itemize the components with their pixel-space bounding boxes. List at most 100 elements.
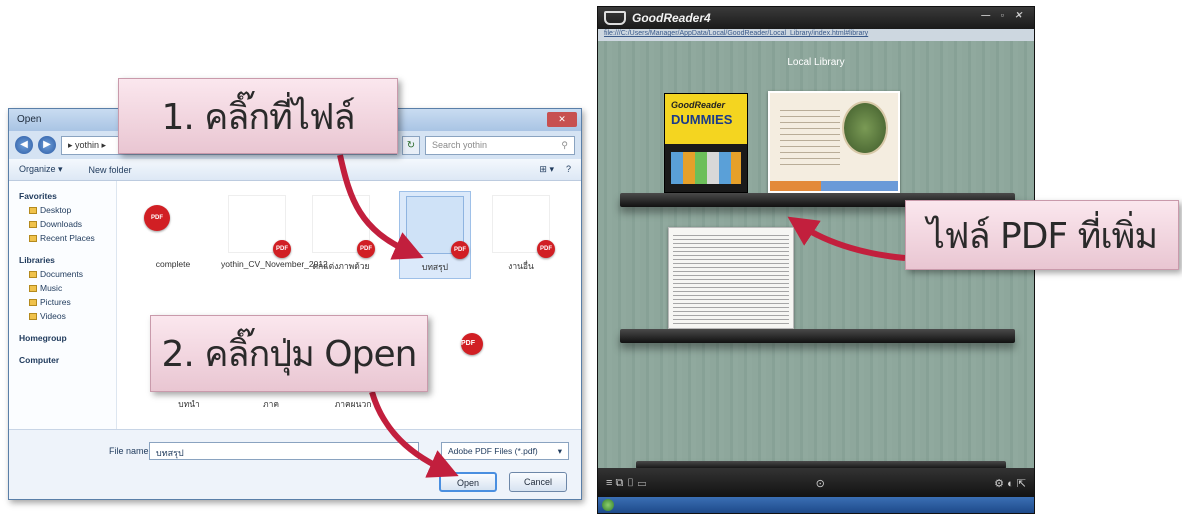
music-icon <box>29 284 37 292</box>
book-footer-bar <box>770 181 898 191</box>
organize-button[interactable]: Organize ▾ <box>19 164 63 175</box>
goodreader-titlebar: GoodReader4 — ▫ ✕ <box>598 7 1034 29</box>
folder-icon <box>29 220 37 228</box>
file-list: PDF complete PDF yothin_CV_November_2012… <box>117 181 581 431</box>
file-item[interactable]: PDF yothin_CV_November_2012 <box>221 195 328 269</box>
file-type-select[interactable]: Adobe PDF Files (*.pdf) ▾ <box>441 442 569 460</box>
navigation-pane: Favorites Desktop Downloads Recent Place… <box>9 181 117 431</box>
library-title: Local Library <box>787 57 845 68</box>
cancel-button[interactable]: Cancel <box>509 472 567 492</box>
file-type-value: Adobe PDF Files (*.pdf) <box>448 446 538 456</box>
file-thumbnail: PDF <box>312 195 375 258</box>
picture-icon <box>29 298 37 306</box>
dialog-body: Favorites Desktop Downloads Recent Place… <box>9 181 581 431</box>
file-item[interactable]: PDF งานอื่น <box>485 195 557 273</box>
sidebar-item-music[interactable]: Music <box>19 283 112 293</box>
new-folder-button[interactable]: New folder <box>89 165 132 175</box>
sidebar-computer[interactable]: Computer <box>19 355 112 365</box>
book-photo <box>842 101 888 155</box>
file-name: complete <box>155 259 191 269</box>
callout-step2: 2. คลิ๊กปุ่ม Open <box>150 315 428 392</box>
pdf-icon: PDF <box>357 240 375 258</box>
file-name: ภาค <box>262 399 280 409</box>
sidebar-item-label: Recent Places <box>40 233 95 243</box>
sidebar-item-label: Videos <box>40 311 66 321</box>
page: Open ✕ ◀ ▶ ▸ yothin ▸ ↻ Search yothin ⚲ … <box>0 0 1182 515</box>
center-icon[interactable]: ⊙ <box>816 477 825 490</box>
sidebar-item-downloads[interactable]: Downloads <box>19 219 112 229</box>
sidebar-item-label: Desktop <box>40 205 72 215</box>
forward-icon[interactable]: ▶ <box>38 136 56 154</box>
start-icon[interactable] <box>602 499 614 511</box>
sidebar-item-videos[interactable]: Videos <box>19 311 112 321</box>
sidebar-item-label: Music <box>40 283 63 293</box>
folder-icon <box>29 234 37 242</box>
dialog-title: Open <box>17 114 42 125</box>
sidebar-favorites[interactable]: Favorites <box>19 191 112 201</box>
url-bar[interactable]: file:///C:/Users/Manager/AppData/Local/G… <box>598 29 1034 41</box>
help-icon[interactable]: ? <box>566 164 571 175</box>
sidebar-item-label: Documents <box>40 269 83 279</box>
pdf-icon: PDF <box>461 333 483 355</box>
callout-added-pdf: ไฟล์ PDF ที่เพิ่ม <box>905 200 1179 270</box>
back-icon[interactable]: ◀ <box>15 136 33 154</box>
folder-icon <box>29 270 37 278</box>
window-controls[interactable]: — ▫ ✕ <box>981 10 1026 21</box>
chevron-down-icon: ▾ <box>557 446 562 456</box>
search-input[interactable]: Search yothin ⚲ <box>425 135 575 155</box>
file-thumbnail: PDF <box>492 195 555 258</box>
pdf-icon: PDF <box>273 240 291 258</box>
search-icon: ⚲ <box>561 139 568 150</box>
book-title-line1: GoodReader <box>671 100 726 110</box>
dialog-toolbar: Organize ▾ New folder ⊞ ▾ ? <box>9 159 581 181</box>
book-added-pdf[interactable] <box>668 227 794 329</box>
folder-icon <box>29 206 37 214</box>
pdf-icon: PDF <box>451 241 469 259</box>
file-name: ภาคผนวก <box>334 399 372 409</box>
close-button[interactable]: ✕ <box>547 112 577 127</box>
book-title-line2: DUMMIES <box>671 112 733 127</box>
toolbar-icons-right[interactable]: ⚙ ◐ ⇱ <box>994 477 1026 490</box>
sidebar-item-desktop[interactable]: Desktop <box>19 205 112 215</box>
goodreader-bottom-bar: ≡ ⧉ ▯ ▭ ⊙ ⚙ ◐ ⇱ <box>598 468 1034 498</box>
sidebar-item-label: Pictures <box>40 297 71 307</box>
file-thumbnail: PDF <box>144 195 202 253</box>
view-button[interactable]: ⊞ ▾ <box>539 164 554 175</box>
sidebar-homegroup[interactable]: Homegroup <box>19 333 112 343</box>
sidebar-item-label: Downloads <box>40 219 83 229</box>
page-left <box>673 232 731 324</box>
sidebar-item-pictures[interactable]: Pictures <box>19 297 112 307</box>
open-dialog: Open ✕ ◀ ▶ ▸ yothin ▸ ↻ Search yothin ⚲ … <box>8 108 582 500</box>
file-name: ตกแต่งภาพด้วย <box>312 261 370 271</box>
sidebar-libraries[interactable]: Libraries <box>19 255 112 265</box>
file-item[interactable]: PDF ตกแต่งภาพด้วย <box>305 195 377 273</box>
toolbar-icons-left[interactable]: ≡ ⧉ ▯ ▭ <box>606 477 646 490</box>
file-thumbnail: PDF <box>228 195 291 258</box>
file-name: บทนำ <box>178 399 200 409</box>
filename-label: File name: <box>109 446 152 456</box>
shelf <box>620 329 1015 343</box>
pdf-icon: PDF <box>537 240 555 258</box>
callout-step1: 1. คลิ๊กที่ไฟล์ <box>118 78 398 154</box>
open-button[interactable]: Open <box>439 472 497 492</box>
refresh-icon[interactable]: ↻ <box>402 135 420 155</box>
taskbar <box>598 497 1034 513</box>
app-title: GoodReader4 <box>632 11 711 25</box>
dialog-footer: File name: บทสรุป Adobe PDF Files (*.pdf… <box>9 429 581 499</box>
page-right <box>731 232 789 324</box>
file-item-selected[interactable]: PDF บทสรุป <box>399 191 471 279</box>
video-icon <box>29 312 37 320</box>
file-name: งานอื่น <box>508 261 534 271</box>
search-placeholder: Search yothin <box>432 139 488 150</box>
pdf-icon: PDF <box>144 205 170 231</box>
filename-input[interactable]: บทสรุป <box>149 442 419 460</box>
file-name: บทสรุป <box>421 262 449 272</box>
book-cover-art <box>671 152 741 184</box>
book-document[interactable] <box>768 91 900 193</box>
book-goodreader-for-dummies[interactable]: GoodReader DUMMIES <box>664 93 748 193</box>
book-icon <box>604 11 626 25</box>
sidebar-item-recent-places[interactable]: Recent Places <box>19 233 112 243</box>
file-item[interactable]: PDF complete <box>137 195 209 269</box>
book-text <box>780 105 840 165</box>
sidebar-item-documents[interactable]: Documents <box>19 269 112 279</box>
